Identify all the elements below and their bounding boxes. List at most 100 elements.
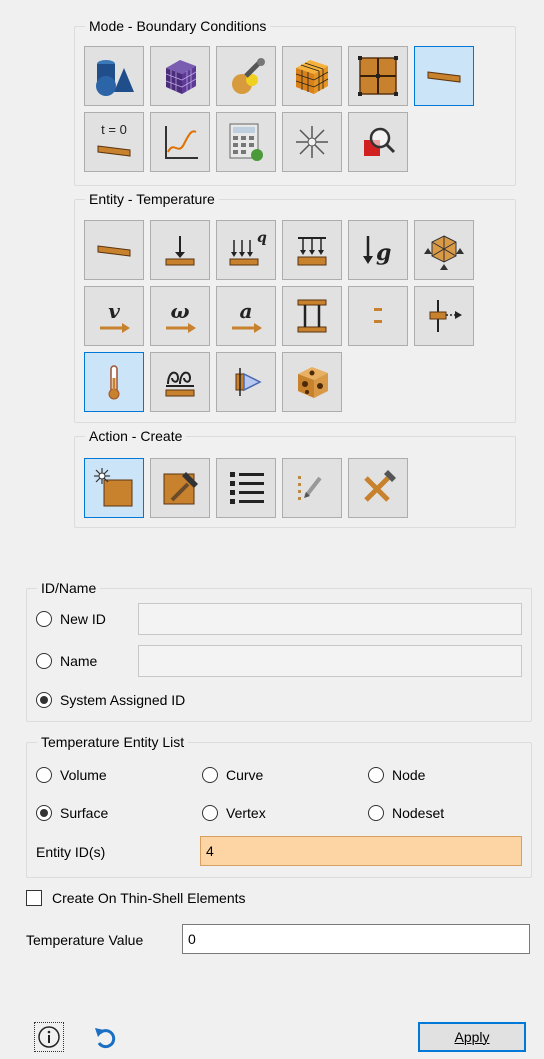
info-button[interactable] <box>34 1022 64 1052</box>
new-id-radio[interactable]: New ID <box>36 611 106 627</box>
gravity-icon: g <box>363 236 391 266</box>
temperature-value-label: Temperature Value <box>26 932 144 948</box>
entity-ids-value: 4 <box>206 843 214 859</box>
entity-convection-button[interactable] <box>150 352 210 412</box>
name-field[interactable] <box>138 645 522 677</box>
hammer-icon <box>163 472 198 505</box>
temperature-value: 0 <box>188 931 196 947</box>
entity-ids-label: Entity ID(s) <box>36 844 106 860</box>
heat-flux-icon: q <box>229 230 267 266</box>
heatflux-label: q <box>257 230 267 246</box>
calculator-button[interactable] <box>216 112 276 172</box>
name-label: Name <box>60 653 98 669</box>
mesh-mode-button[interactable] <box>150 46 210 106</box>
thin-shell-checkbox-box[interactable] <box>26 890 42 906</box>
nodeset-radio-circle[interactable] <box>368 805 384 821</box>
new-id-radio-circle[interactable] <box>36 611 52 627</box>
list-icon <box>230 472 264 504</box>
system-assigned-id-radio[interactable]: System Assigned ID <box>36 692 185 708</box>
action-list-button[interactable] <box>216 458 276 518</box>
entity-heatflux-button[interactable]: q <box>216 220 276 280</box>
entity-pressure-button[interactable] <box>282 220 342 280</box>
volume-radio[interactable]: Volume <box>36 767 107 783</box>
surface-radio-circle[interactable] <box>36 805 52 821</box>
system-assigned-id-radio-circle[interactable] <box>36 692 52 708</box>
action-create-button[interactable] <box>84 458 144 518</box>
grid-icon <box>358 56 398 96</box>
entity-ids-field[interactable]: 4 <box>200 836 522 866</box>
vertex-label: Vertex <box>226 805 266 821</box>
reset-button[interactable] <box>92 1024 120 1052</box>
node-radio[interactable]: Node <box>368 767 425 783</box>
plate-icon <box>97 245 131 257</box>
new-id-label: New ID <box>60 611 106 627</box>
hex-mesh-button[interactable] <box>282 46 342 106</box>
entity-arrow-right-button[interactable] <box>414 286 474 346</box>
info-icon <box>38 1026 60 1048</box>
grid-mode-button[interactable] <box>348 46 408 106</box>
time-step-button[interactable]: t = 0 <box>84 112 144 172</box>
name-radio-circle[interactable] <box>36 653 52 669</box>
action-delete-button[interactable] <box>348 458 408 518</box>
tools-mode-button[interactable] <box>216 46 276 106</box>
boundary-conditions-button[interactable] <box>414 46 474 106</box>
mesh-cube-icon <box>165 60 197 94</box>
sparkle-button[interactable] <box>282 112 342 172</box>
graph-mode-button[interactable] <box>150 112 210 172</box>
entity-dashes-button[interactable] <box>348 286 408 346</box>
apply-label: Apply <box>454 1029 490 1045</box>
force-arrow-icon <box>165 236 195 266</box>
surface-label: Surface <box>60 805 109 821</box>
entity-constraint-button[interactable] <box>414 220 474 280</box>
action-edit-list-button[interactable] <box>282 458 342 518</box>
nodeset-radio[interactable]: Nodeset <box>368 805 444 821</box>
action-modify-button[interactable] <box>150 458 210 518</box>
vertex-radio-circle[interactable] <box>202 805 218 821</box>
cheese-block-icon <box>298 367 328 398</box>
node-radio-circle[interactable] <box>368 767 384 783</box>
inspect-button[interactable] <box>348 112 408 172</box>
name-radio[interactable]: Name <box>36 653 97 669</box>
pressure-icon <box>297 237 327 266</box>
entity-plate-button[interactable] <box>84 220 144 280</box>
entity-acceleration-button[interactable]: a <box>216 286 276 346</box>
apply-button[interactable]: Apply <box>418 1022 526 1052</box>
acceleration-icon: a <box>232 299 262 333</box>
geometry-icon <box>96 60 134 96</box>
vertex-radio[interactable]: Vertex <box>202 805 266 821</box>
curve-radio[interactable]: Curve <box>202 767 263 783</box>
entity-radiation-button[interactable] <box>216 352 276 412</box>
new-id-field[interactable] <box>138 603 522 635</box>
volume-label: Volume <box>60 767 107 783</box>
time-plate-icon: t = 0 <box>97 122 131 157</box>
entity-velocity-button[interactable]: v <box>84 286 144 346</box>
magnifier-icon <box>364 127 396 156</box>
surface-radio[interactable]: Surface <box>36 805 108 821</box>
entity-temperature-button[interactable] <box>84 352 144 412</box>
entity-force-button[interactable] <box>150 220 210 280</box>
entity-list-group-title: Temperature Entity List <box>37 733 189 751</box>
entity-cheese-button[interactable] <box>282 352 342 412</box>
curve-radio-circle[interactable] <box>202 767 218 783</box>
entity-angular-velocity-button[interactable]: ω <box>150 286 210 346</box>
entity-group-title: Entity - Temperature <box>85 190 219 208</box>
entity-column-button[interactable] <box>282 286 342 346</box>
thin-shell-checkbox[interactable]: Create On Thin-Shell Elements <box>26 890 246 906</box>
convection-icon <box>165 371 195 397</box>
entity-gravity-button[interactable]: g <box>348 220 408 280</box>
hex-cube-icon <box>295 60 329 94</box>
volume-radio-circle[interactable] <box>36 767 52 783</box>
thin-shell-label: Create On Thin-Shell Elements <box>52 890 246 906</box>
dashes-icon <box>374 308 382 323</box>
edit-list-icon <box>298 476 322 500</box>
constraint-icon <box>424 235 464 270</box>
node-label: Node <box>392 767 426 783</box>
reset-icon <box>95 1028 116 1049</box>
gravity-label: g <box>376 240 391 266</box>
temperature-value-field[interactable]: 0 <box>182 924 530 954</box>
id-name-group-title: ID/Name <box>37 579 101 597</box>
geometry-mode-button[interactable] <box>84 46 144 106</box>
nodeset-label: Nodeset <box>392 805 445 821</box>
sparkle-icon <box>296 126 328 158</box>
graph-icon <box>165 126 198 159</box>
